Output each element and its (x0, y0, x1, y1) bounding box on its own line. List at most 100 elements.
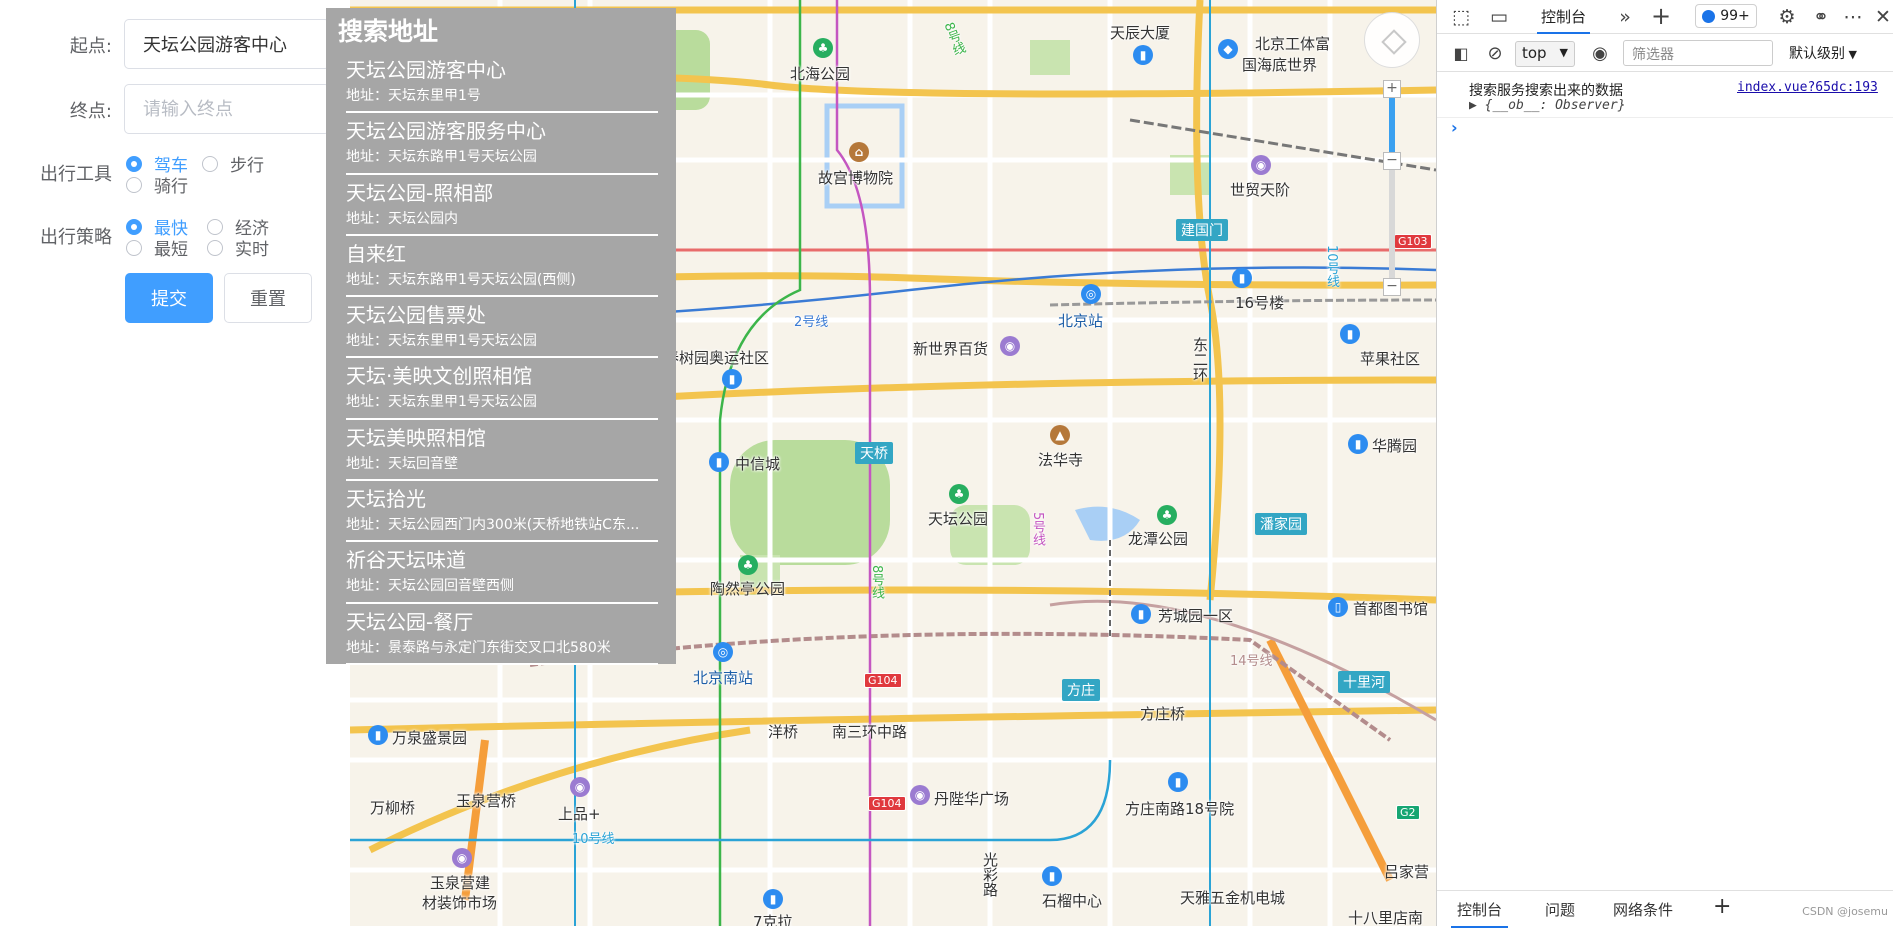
residence-icon[interactable]: ▮ (368, 725, 388, 745)
label-huateng[interactable]: 华腾园 (1372, 435, 1417, 456)
residence-icon[interactable]: ▮ (763, 889, 783, 909)
label-beihai[interactable]: 北海公园 (790, 63, 850, 84)
issues-badge[interactable]: 99+ (1695, 4, 1757, 28)
drawer-tab-console[interactable]: 控制台 (1450, 899, 1509, 928)
context-select[interactable]: top (1515, 41, 1575, 67)
label-fangzhuangqiao[interactable]: 方庄桥 (1140, 703, 1185, 724)
mall-icon[interactable]: ◉ (910, 785, 930, 805)
eye-icon[interactable]: ◉ (1587, 40, 1613, 66)
search-result-item[interactable]: 天坛公园游客中心 地址：天坛东里甲1号 (346, 52, 658, 114)
park-icon[interactable]: ♣ (738, 555, 758, 575)
log-object[interactable]: ▶ {__ob__: Observer} (1469, 98, 1626, 113)
residence-icon[interactable]: ▮ (1168, 772, 1188, 792)
reset-button[interactable]: 重置 (224, 273, 312, 323)
label-nanzhan[interactable]: 北京南站 (693, 667, 753, 688)
label-shangpin[interactable]: 上品+ (558, 803, 601, 824)
more-options-icon[interactable]: ⋯ (1841, 4, 1865, 30)
park-icon[interactable]: ♣ (949, 484, 969, 504)
search-result-item[interactable]: 自来红 地址：天坛东路甲1号天坛公园(西侧) (346, 236, 658, 298)
label-yangqiao[interactable]: 洋桥 (768, 721, 798, 742)
zoom-out-button[interactable]: − (1383, 278, 1401, 296)
label-fzn18[interactable]: 方庄南路18号院 (1125, 798, 1234, 819)
residence-icon[interactable]: ▮ (722, 369, 742, 389)
train-station-icon[interactable]: ◎ (713, 642, 733, 662)
mall-icon[interactable]: ◉ (1000, 336, 1020, 356)
end-input[interactable] (124, 84, 330, 134)
label-shimao[interactable]: 世贸天阶 (1230, 179, 1290, 200)
label-wanliuqiao[interactable]: 万柳桥 (370, 797, 415, 818)
label-tianya[interactable]: 天雅五金机电城 (1180, 887, 1285, 908)
label-longtan[interactable]: 龙潭公园 (1128, 528, 1188, 549)
label-donger[interactable]: 东二环 (1190, 337, 1211, 382)
strategy-radio-shortest[interactable]: 最短 (126, 235, 188, 260)
label-qikela[interactable]: 7克拉 (753, 911, 793, 926)
search-result-item[interactable]: 天坛拾光 地址：天坛公园西门内300米(天桥地铁站C东... (346, 481, 658, 543)
label-fahuasi[interactable]: 法华寺 (1038, 449, 1083, 470)
label-xinshijie[interactable]: 新世界百货 (913, 338, 988, 359)
building-icon[interactable]: ▮ (1340, 324, 1360, 344)
gear-icon[interactable]: ⚙ (1775, 4, 1799, 30)
log-level-select[interactable]: 默认级别 (1789, 43, 1857, 63)
more-tabs-icon[interactable]: » (1613, 4, 1637, 30)
mode-radio-bike[interactable]: 骑行 (126, 172, 188, 197)
building-icon[interactable]: ▮ (1042, 866, 1062, 886)
label-tiantan[interactable]: 天坛公园 (928, 508, 988, 529)
residence-icon[interactable]: ▮ (709, 452, 729, 472)
mode-radio-walk[interactable]: 步行 (202, 151, 264, 176)
compass-control[interactable] (1364, 12, 1420, 68)
strategy-radio-realtime[interactable]: 实时 (207, 235, 269, 260)
submit-button[interactable]: 提交 (125, 273, 213, 323)
label-yuquanying[interactable]: 玉泉营桥 (456, 790, 516, 811)
building-icon[interactable]: ▮ (1133, 45, 1153, 65)
search-result-item[interactable]: 天坛公园-照相部 地址：天坛公园内 (346, 175, 658, 236)
label-zhongxin[interactable]: 中信城 (735, 453, 780, 474)
label-pingguo[interactable]: 苹果社区 (1360, 348, 1420, 369)
console-filter-input[interactable]: 筛选器 (1623, 40, 1773, 66)
badge-shilihe[interactable]: 十里河 (1338, 671, 1390, 693)
console-prompt[interactable]: › (1451, 118, 1458, 137)
aquarium-icon[interactable]: ◆ (1218, 39, 1238, 59)
temple-icon[interactable]: ▲ (1050, 425, 1070, 445)
shopping-icon[interactable]: ◉ (452, 848, 472, 868)
residence-icon[interactable]: ▮ (1131, 604, 1151, 624)
clear-console-icon[interactable]: ⊘ (1483, 40, 1507, 66)
label-tianchen[interactable]: 天辰大厦 (1110, 22, 1170, 43)
zoom-slider[interactable]: + − − (1383, 80, 1401, 296)
add-tab-icon[interactable]: + (1649, 2, 1673, 30)
label-fangcheng[interactable]: 芳城园一区 (1158, 605, 1233, 626)
label-shoudu[interactable]: 首都图书馆 (1353, 598, 1428, 619)
drawer-tab-network-conditions[interactable]: 网络条件 (1613, 899, 1673, 920)
label-guangcai[interactable]: 光彩路 (980, 852, 1001, 897)
building-icon[interactable]: ▮ (1232, 268, 1252, 288)
search-result-item[interactable]: 祈谷天坛味道 地址：天坛公园回音壁西侧 (346, 542, 658, 604)
zoom-handle[interactable]: − (1383, 152, 1401, 170)
shopping-icon[interactable]: ◉ (1251, 155, 1271, 175)
add-drawer-tab-icon[interactable]: + (1713, 894, 1731, 919)
zoom-in-button[interactable]: + (1383, 80, 1401, 98)
label-beijingzhan[interactable]: 北京站 (1058, 310, 1103, 331)
label-gongti[interactable]: 北京工体富 (1255, 33, 1330, 54)
label-shibali[interactable]: 十八里店南 (1348, 907, 1423, 926)
badge-fangzhuang[interactable]: 方庄 (1062, 679, 1100, 701)
shopping-icon[interactable]: ◉ (570, 777, 590, 797)
train-station-icon[interactable]: ◎ (1081, 284, 1101, 304)
park-icon[interactable]: ♣ (813, 38, 833, 58)
badge-jianguomen[interactable]: 建国门 (1176, 219, 1228, 241)
sidebar-toggle-icon[interactable]: ◧ (1449, 40, 1473, 66)
search-result-item[interactable]: 天坛公园游客服务中心 地址：天坛东路甲1号天坛公园 (346, 113, 658, 175)
search-result-item[interactable]: 天坛美映照相馆 地址：天坛回音壁 (346, 420, 658, 482)
label-shiliu[interactable]: 石榴中心 (1042, 890, 1102, 911)
log-source-link[interactable]: index.vue?65dc:193 (1737, 80, 1878, 95)
label-gugong[interactable]: 故宫博物院 (818, 167, 893, 188)
inspect-icon[interactable]: ⬚ (1449, 4, 1473, 30)
drawer-tab-issues[interactable]: 问题 (1545, 899, 1575, 920)
library-icon[interactable]: ▯ (1328, 597, 1348, 617)
search-result-item[interactable]: 天坛公园售票处 地址：天坛东里甲1号天坛公园 (346, 297, 658, 359)
residence-icon[interactable]: ▮ (1348, 434, 1368, 454)
search-result-item[interactable]: 天坛·美映文创照相馆 地址：天坛东里甲1号天坛公园 (346, 358, 658, 420)
label-lvjia[interactable]: 吕家营 (1384, 861, 1429, 882)
label-sixteen[interactable]: 16号楼 (1235, 292, 1284, 313)
search-result-item[interactable]: 天坛公园-餐厅 地址：景泰路与永定门东街交叉口北580米 (346, 604, 658, 665)
label-chunshu[interactable]: 春树园奥运社区 (664, 347, 769, 368)
label-yqyjc2[interactable]: 材装饰市场 (422, 892, 497, 913)
